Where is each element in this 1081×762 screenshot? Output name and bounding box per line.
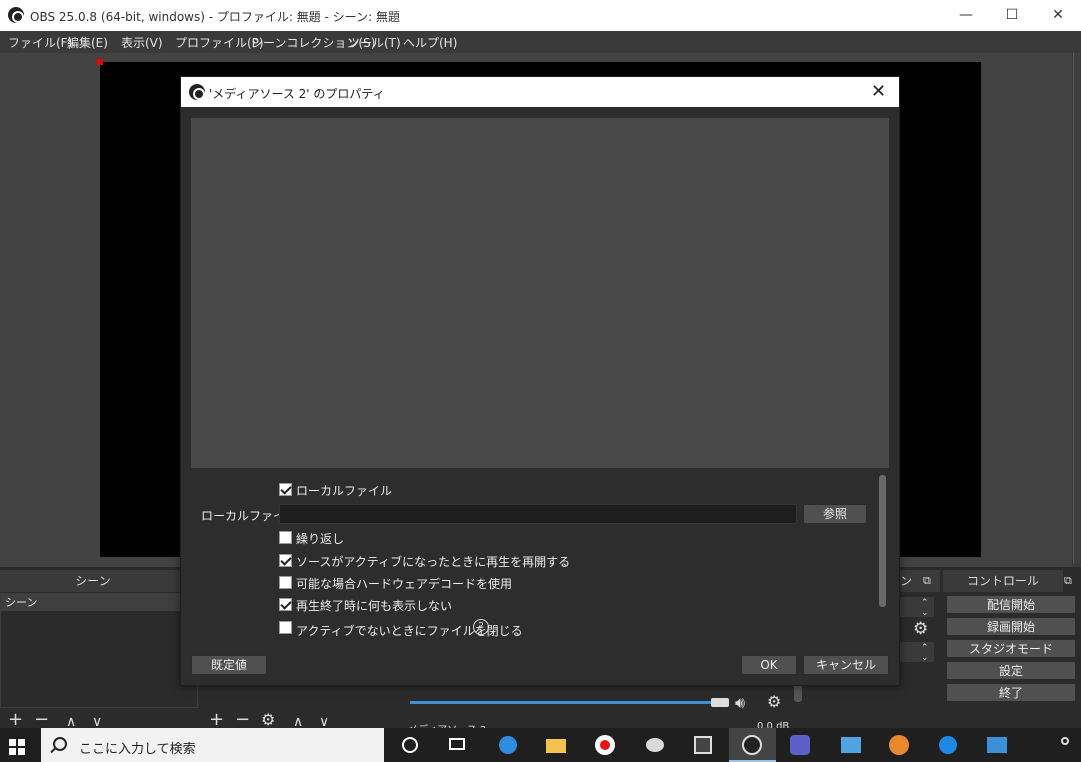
loop-label: 繰り返し bbox=[296, 532, 345, 546]
obs-taskbar-button[interactable] bbox=[729, 728, 776, 762]
hw-decode-label: 可能な場合ハードウェアデコードを使用 bbox=[296, 577, 513, 591]
transitions-dock-header: ン bbox=[900, 570, 940, 592]
show-nothing-on-end-label: 再生終了時に何も表示しない bbox=[296, 599, 453, 613]
loop-checkbox[interactable] bbox=[279, 531, 292, 544]
cancel-button[interactable]: キャンセル bbox=[803, 655, 889, 675]
edge-legacy-icon[interactable] bbox=[497, 734, 519, 756]
main-titlebar: OBS 25.0.8 (64-bit, windows) - プロファイル: 無… bbox=[0, 0, 1081, 31]
obs-logo-icon bbox=[189, 84, 205, 100]
menu-tools[interactable]: ツール(T) bbox=[348, 34, 401, 51]
windows-start-icon[interactable] bbox=[9, 739, 25, 755]
hw-decode-checkbox[interactable] bbox=[279, 576, 292, 589]
defaults-button[interactable]: 既定値 bbox=[191, 655, 267, 675]
dialog-close-icon[interactable]: ✕ bbox=[871, 81, 886, 102]
restart-on-active-checkbox[interactable] bbox=[279, 554, 292, 567]
remove-source-icon[interactable]: − bbox=[235, 711, 250, 729]
properties-dialog: 'メディアソース 2' のプロパティ ✕ ローカルファイル ローカルファイル 参… bbox=[180, 76, 900, 686]
menu-edit[interactable]: 編集(E) bbox=[67, 34, 108, 51]
studio-mode-button[interactable]: スタジオモード bbox=[946, 639, 1076, 658]
mixer-scrollbar[interactable] bbox=[794, 684, 802, 702]
paint-app-icon[interactable] bbox=[644, 734, 666, 756]
scene-item[interactable]: シーン bbox=[1, 594, 197, 611]
ok-button[interactable]: OK bbox=[741, 655, 797, 675]
cortana-icon[interactable] bbox=[399, 734, 421, 756]
volume-slider-track[interactable] bbox=[410, 701, 718, 704]
restart-on-active-label: ソースがアクティブになったときに再生を再開する bbox=[296, 555, 571, 569]
preview-scrollbar[interactable] bbox=[1072, 53, 1081, 567]
add-source-icon[interactable]: + bbox=[209, 711, 224, 729]
search-placeholder: ここに入力して検索 bbox=[79, 742, 196, 757]
controls-float-icon[interactable]: ⧉ bbox=[1064, 574, 1072, 588]
people-icon[interactable] bbox=[1057, 734, 1079, 756]
local-file-checkbox-label: ローカルファイル bbox=[296, 484, 393, 498]
dialog-scrollbar[interactable] bbox=[878, 475, 888, 609]
transition-duration-field[interactable]: ⌃ ⌄ bbox=[900, 597, 934, 618]
local-file-checkbox[interactable] bbox=[279, 483, 292, 496]
menu-bar: ファイル(F) 編集(E) 表示(V) プロファイル(P) シーンコレクション(… bbox=[0, 31, 1081, 53]
menu-help[interactable]: ヘルプ(H) bbox=[403, 34, 457, 51]
search-icon bbox=[53, 737, 67, 751]
film-editor-icon[interactable] bbox=[692, 734, 714, 756]
close-when-inactive-checkbox[interactable] bbox=[279, 621, 292, 634]
speaker-icon[interactable]: 🔊︎ bbox=[735, 693, 745, 713]
exit-button[interactable]: 終了 bbox=[946, 683, 1076, 702]
control-panel-icon[interactable] bbox=[840, 734, 862, 756]
settings-button[interactable]: 設定 bbox=[946, 661, 1076, 680]
menu-file[interactable]: ファイル(F) bbox=[8, 34, 72, 51]
duration-spin-icon[interactable]: ⌃ ⌄ bbox=[921, 598, 929, 618]
transitions-float-icon[interactable]: ⧉ bbox=[923, 574, 931, 588]
source-resize-handle[interactable] bbox=[97, 59, 103, 65]
window-title: OBS 25.0.8 (64-bit, windows) - プロファイル: 無… bbox=[30, 10, 400, 24]
local-file-path-input[interactable] bbox=[279, 504, 797, 524]
start-streaming-button[interactable]: 配信開始 bbox=[946, 595, 1076, 614]
edge-icon[interactable] bbox=[937, 734, 959, 756]
start-recording-button[interactable]: 録画開始 bbox=[946, 617, 1076, 636]
media-player-icon[interactable] bbox=[888, 734, 910, 756]
taskbar-search-box[interactable]: ここに入力して検索 bbox=[41, 728, 384, 762]
minimize-button[interactable]: — bbox=[943, 0, 989, 31]
dialog-title: 'メディアソース 2' のプロパティ bbox=[209, 87, 385, 101]
source-preview bbox=[191, 118, 889, 468]
mixer-settings-icon[interactable]: ⚙ bbox=[767, 692, 781, 711]
transition-spin-icon[interactable]: ⌃ ⌄ bbox=[921, 643, 929, 663]
remove-scene-icon[interactable]: − bbox=[34, 711, 49, 729]
browse-button[interactable]: 参照 bbox=[803, 504, 867, 524]
scene-list[interactable]: シーン bbox=[0, 593, 198, 708]
transition-select[interactable]: ⌃ ⌄ bbox=[900, 642, 934, 663]
transition-settings-icon[interactable]: ⚙ bbox=[913, 619, 928, 639]
teams-icon[interactable] bbox=[789, 734, 811, 756]
source-settings-icon[interactable]: ⚙ bbox=[261, 711, 275, 729]
volume-slider-handle[interactable] bbox=[711, 698, 729, 707]
windows-taskbar: ここに入力して検索 bbox=[0, 728, 1081, 762]
dialog-titlebar: 'メディアソース 2' のプロパティ ✕ bbox=[181, 77, 899, 107]
file-explorer-icon[interactable] bbox=[545, 734, 567, 756]
help-icon[interactable]: ? bbox=[473, 619, 489, 635]
task-view-icon[interactable] bbox=[446, 734, 468, 756]
show-nothing-on-end-checkbox[interactable] bbox=[279, 598, 292, 611]
obs-logo-icon bbox=[8, 7, 24, 23]
photos-icon[interactable] bbox=[986, 734, 1008, 756]
add-scene-icon[interactable]: + bbox=[8, 711, 23, 729]
menu-view[interactable]: 表示(V) bbox=[121, 34, 163, 51]
scenes-dock-header: シーン bbox=[0, 570, 186, 592]
maximize-button[interactable]: ☐ bbox=[989, 0, 1035, 31]
close-button[interactable]: ✕ bbox=[1035, 0, 1081, 31]
record-app-icon[interactable] bbox=[594, 734, 616, 756]
controls-dock-header: コントロール bbox=[943, 570, 1063, 592]
